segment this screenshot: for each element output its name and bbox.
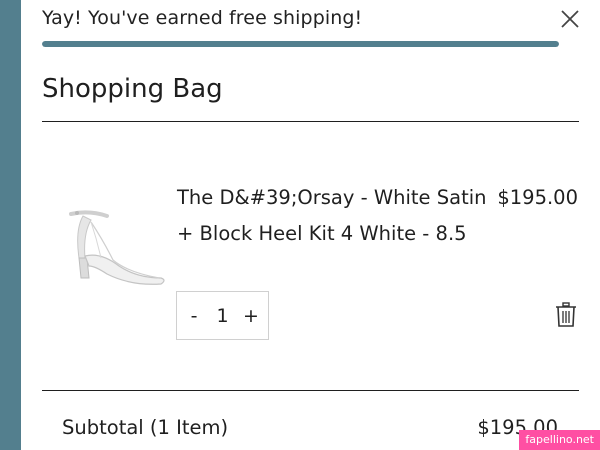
decrease-quantity-button[interactable]: - — [185, 305, 203, 327]
header-divider — [42, 121, 579, 122]
shoe-product-image — [69, 210, 165, 285]
free-shipping-message: Yay! You've earned free shipping! — [42, 7, 363, 29]
shipping-progress-fill — [42, 41, 559, 47]
close-button[interactable] — [559, 8, 581, 30]
item-name[interactable]: The D&#39;Orsay - White Satin + Block He… — [177, 180, 507, 252]
product-image[interactable] — [61, 200, 171, 290]
subtotal-label: Subtotal (1 Item) — [62, 416, 229, 439]
page-edge-strip — [0, 0, 21, 450]
page-title: Shopping Bag — [42, 74, 223, 104]
summary-divider — [42, 390, 579, 391]
close-icon — [561, 10, 579, 28]
watermark-badge: fapellino.net — [519, 430, 600, 450]
cart-drawer: Yay! You've earned free shipping! Shoppi… — [21, 0, 600, 450]
quantity-stepper: - 1 + — [176, 291, 269, 340]
item-price: $195.00 — [497, 186, 578, 209]
increase-quantity-button[interactable]: + — [242, 305, 260, 327]
quantity-value[interactable]: 1 — [216, 305, 228, 327]
shipping-progress-bar — [42, 41, 559, 47]
trash-icon — [556, 302, 576, 327]
remove-item-button[interactable] — [555, 302, 577, 328]
